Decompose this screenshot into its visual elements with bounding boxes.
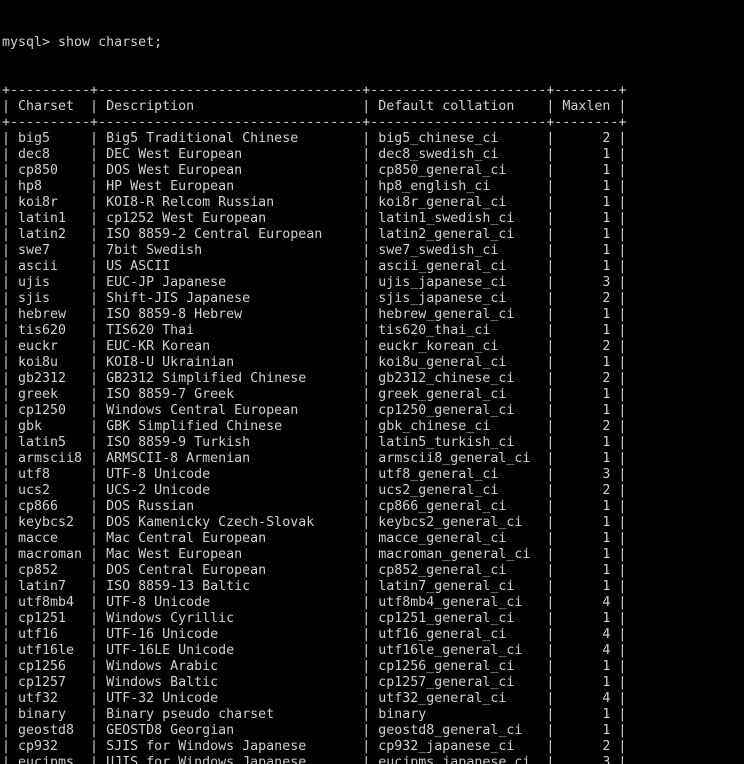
table-row: | binary | Binary pseudo charset | binar… — [2, 707, 627, 722]
table-row: | latin2 | ISO 8859-2 Central European |… — [2, 227, 627, 242]
table-row: | utf16le | UTF-16LE Unicode | utf16le_g… — [2, 643, 627, 658]
table-row: | keybcs2 | DOS Kamenicky Czech-Slovak |… — [2, 515, 627, 530]
table-row: | cp866 | DOS Russian | cp866_general_ci… — [2, 499, 627, 514]
table-row: | cp932 | SJIS for Windows Japanese | cp… — [2, 739, 627, 754]
table-row: | cp850 | DOS West European | cp850_gene… — [2, 163, 627, 178]
table-row: | geostd8 | GEOSTD8 Georgian | geostd8_g… — [2, 723, 627, 738]
table-row: | hp8 | HP West European | hp8_english_c… — [2, 179, 627, 194]
table-header-row: | Charset | Description | Default collat… — [2, 99, 627, 114]
table-row: | cp1251 | Windows Cyrillic | cp1251_gen… — [2, 611, 627, 626]
table-row: | dec8 | DEC West European | dec8_swedis… — [2, 147, 627, 162]
table-row: | latin7 | ISO 8859-13 Baltic | latin7_g… — [2, 579, 627, 594]
table-row: | utf16 | UTF-16 Unicode | utf16_general… — [2, 627, 627, 642]
table-row: | greek | ISO 8859-7 Greek | greek_gener… — [2, 387, 627, 402]
table-row: | gb2312 | GB2312 Simplified Chinese | g… — [2, 371, 627, 386]
terminal-output[interactable]: mysql> show charset; +----------+-------… — [0, 0, 744, 764]
table-row: | euckr | EUC-KR Korean | euckr_korean_c… — [2, 339, 627, 354]
table-row: | koi8u | KOI8-U Ukrainian | koi8u_gener… — [2, 355, 627, 370]
table-row: | ujis | EUC-JP Japanese | ujis_japanese… — [2, 275, 627, 290]
table-row: | cp1256 | Windows Arabic | cp1256_gener… — [2, 659, 627, 674]
table-row: | big5 | Big5 Traditional Chinese | big5… — [2, 131, 627, 146]
table-row: | hebrew | ISO 8859-8 Hebrew | hebrew_ge… — [2, 307, 627, 322]
table-row: | ascii | US ASCII | ascii_general_ci | … — [2, 259, 627, 274]
table-row: | latin5 | ISO 8859-9 Turkish | latin5_t… — [2, 435, 627, 450]
table-row: | macce | Mac Central European | macce_g… — [2, 531, 627, 546]
table-row: | latin1 | cp1252 West European | latin1… — [2, 211, 627, 226]
table-row: | macroman | Mac West European | macroma… — [2, 547, 627, 562]
table-row: | cp1250 | Windows Central European | cp… — [2, 403, 627, 418]
table-row: | swe7 | 7bit Swedish | swe7_swedish_ci … — [2, 243, 627, 258]
table-row: | tis620 | TIS620 Thai | tis620_thai_ci … — [2, 323, 627, 338]
table-row: | koi8r | KOI8-R Relcom Russian | koi8r_… — [2, 195, 627, 210]
table-row: | eucjpms | UJIS for Windows Japanese | … — [2, 755, 627, 764]
table-row: | utf8mb4 | UTF-8 Unicode | utf8mb4_gene… — [2, 595, 627, 610]
result-table: +----------+----------------------------… — [2, 83, 744, 764]
table-rule-header: +----------+----------------------------… — [2, 115, 627, 130]
table-row: | cp852 | DOS Central European | cp852_g… — [2, 563, 627, 578]
table-row: | armscii8 | ARMSCII-8 Armenian | armsci… — [2, 451, 627, 466]
table-row: | ucs2 | UCS-2 Unicode | ucs2_general_ci… — [2, 483, 627, 498]
table-row: | gbk | GBK Simplified Chinese | gbk_chi… — [2, 419, 627, 434]
table-row: | sjis | Shift-JIS Japanese | sjis_japan… — [2, 291, 627, 306]
table-row: | utf8 | UTF-8 Unicode | utf8_general_ci… — [2, 467, 627, 482]
table-row: | utf32 | UTF-32 Unicode | utf32_general… — [2, 691, 627, 706]
command-prompt-line: mysql> show charset; — [2, 35, 163, 50]
table-rule-top: +----------+----------------------------… — [2, 83, 627, 98]
table-row: | cp1257 | Windows Baltic | cp1257_gener… — [2, 675, 627, 690]
